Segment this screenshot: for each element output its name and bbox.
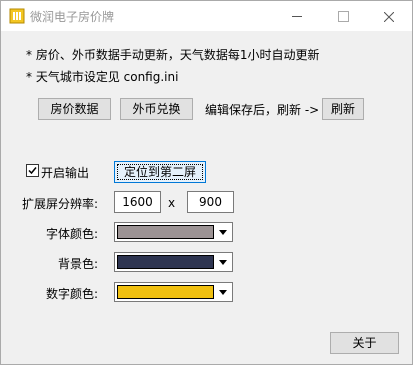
locate-second-screen-button[interactable]: 定位到第二屏 <box>114 161 206 183</box>
close-icon <box>383 11 395 22</box>
currency-exchange-button[interactable]: 外币兑换 <box>120 98 193 120</box>
checkmark-icon <box>28 167 37 175</box>
number-color-label: 数字颜色: <box>46 287 99 301</box>
font-color-swatch <box>117 225 214 239</box>
font-color-label: 字体颜色: <box>46 227 99 241</box>
window-title: 微润电子房价牌 <box>30 10 115 24</box>
minimize-icon <box>292 16 302 17</box>
background-color-label: 背景色: <box>58 257 99 271</box>
about-button[interactable]: 关于 <box>330 332 399 354</box>
chevron-down-icon[interactable] <box>215 283 232 301</box>
background-color-swatch <box>117 255 214 269</box>
maximize-icon <box>337 11 349 22</box>
background-color-dropdown[interactable] <box>114 252 233 272</box>
minimize-button[interactable] <box>274 1 320 31</box>
locate-second-screen-label: 定位到第二屏 <box>117 164 203 180</box>
number-color-swatch <box>117 285 214 299</box>
refresh-hint: 编辑保存后，刷新 -> <box>205 103 320 117</box>
main-window: 微润电子房价牌 * 房价、外币数据手动更新，天气数据每1小时自动更新 * 天气城… <box>0 0 413 365</box>
number-color-dropdown[interactable] <box>114 282 233 302</box>
title-bar[interactable]: 微润电子房价牌 <box>1 1 412 31</box>
resolution-width-input[interactable]: 1600 <box>114 191 161 213</box>
resolution-separator: x <box>168 196 176 210</box>
maximize-button[interactable] <box>320 1 366 31</box>
close-button[interactable] <box>366 1 412 31</box>
update-note: * 房价、外币数据手动更新，天气数据每1小时自动更新 <box>26 48 320 62</box>
enable-output-checkbox[interactable] <box>26 164 39 177</box>
resolution-label: 扩展屏分辨率: <box>22 197 99 211</box>
refresh-button[interactable]: 刷新 <box>322 98 364 120</box>
resolution-height-input[interactable]: 900 <box>187 191 234 213</box>
weather-config-note: * 天气城市设定见 config.ini <box>26 68 178 85</box>
font-color-dropdown[interactable] <box>114 222 233 242</box>
enable-output-label[interactable]: 开启输出 <box>41 164 89 181</box>
room-price-data-button[interactable]: 房价数据 <box>38 98 111 120</box>
app-icon <box>9 8 25 24</box>
chevron-down-icon[interactable] <box>215 253 232 271</box>
weather-config-note-text: * 天气城市设定见 config.ini <box>26 70 179 84</box>
chevron-down-icon[interactable] <box>215 223 232 241</box>
